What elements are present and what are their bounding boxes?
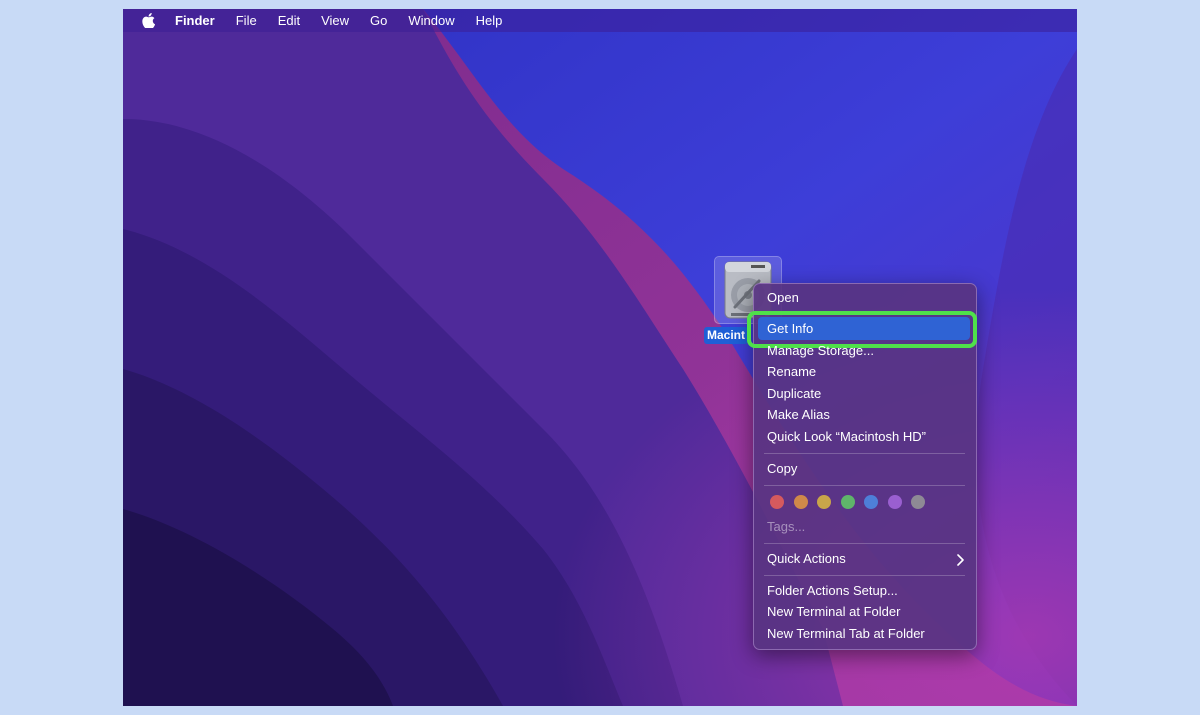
menu-item-quick-look[interactable]: Quick Look “Macintosh HD”	[767, 427, 926, 447]
menu-window[interactable]: Window	[408, 13, 454, 28]
menu-go[interactable]: Go	[370, 13, 387, 28]
menu-item-open[interactable]: Open	[767, 288, 799, 308]
context-menu: Open Get Info Manage Storage... Rename D…	[747, 283, 977, 650]
tag-green[interactable]	[840, 495, 855, 509]
tag-red[interactable]	[770, 495, 784, 509]
menu-separator	[764, 453, 965, 454]
chevron-right-icon	[956, 553, 964, 569]
tag-purple[interactable]	[887, 495, 902, 509]
desktop-screen: Finder File Edit View Go Window Help Mac…	[123, 9, 1077, 706]
menu-item-new-terminal-tab[interactable]: New Terminal Tab at Folder	[767, 624, 925, 644]
menu-item-rename[interactable]: Rename	[767, 362, 816, 382]
menu-bar: Finder File Edit View Go Window Help	[123, 9, 1077, 32]
menu-view[interactable]: View	[321, 13, 349, 28]
tag-colors	[770, 495, 925, 509]
menu-item-tags[interactable]: Tags...	[767, 517, 805, 537]
menu-file[interactable]: File	[236, 13, 257, 28]
menu-item-get-info[interactable]: Get Info	[767, 319, 813, 339]
menu-separator	[764, 575, 965, 576]
macintosh-hd-label[interactable]: Macint	[704, 327, 749, 344]
menu-item-manage-storage[interactable]: Manage Storage...	[767, 341, 874, 361]
apple-menu-icon[interactable]	[142, 13, 156, 29]
menu-separator	[764, 543, 965, 544]
menu-item-copy[interactable]: Copy	[767, 459, 797, 479]
menu-edit[interactable]: Edit	[278, 13, 300, 28]
tag-orange[interactable]	[793, 495, 808, 509]
menu-item-make-alias[interactable]: Make Alias	[767, 405, 830, 425]
menu-finder[interactable]: Finder	[175, 13, 215, 28]
menu-item-quick-actions[interactable]: Quick Actions	[767, 549, 846, 569]
menu-item-duplicate[interactable]: Duplicate	[767, 384, 821, 404]
menu-item-folder-actions-setup[interactable]: Folder Actions Setup...	[767, 581, 898, 601]
tag-gray[interactable]	[911, 495, 925, 509]
tag-blue[interactable]	[864, 495, 878, 509]
tag-yellow[interactable]	[817, 495, 831, 509]
menu-item-new-terminal[interactable]: New Terminal at Folder	[767, 602, 900, 622]
menu-separator	[764, 485, 965, 486]
menu-help[interactable]: Help	[476, 13, 503, 28]
